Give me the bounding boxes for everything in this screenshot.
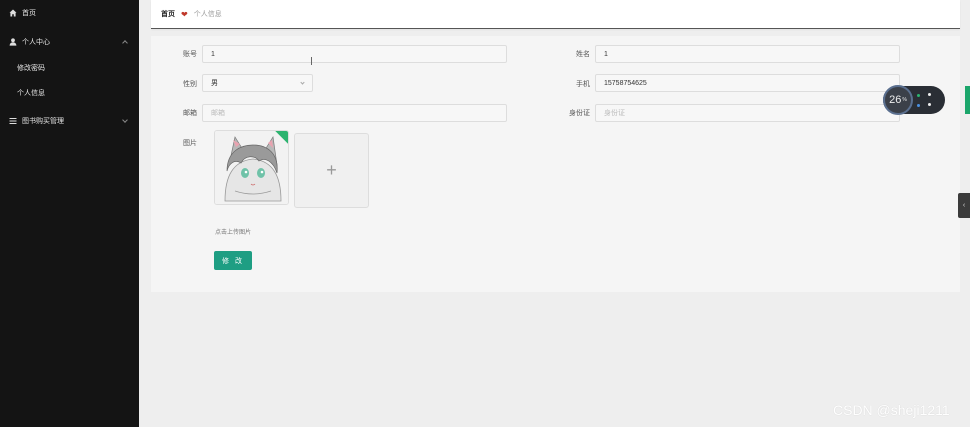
phone-label: 手机 xyxy=(576,81,590,88)
main-content: 首页 ❤ 个人信息 账号 1 姓名 1 性别 男 手机 15758754625 … xyxy=(139,0,970,427)
id-card-placeholder: 身份证 xyxy=(604,110,625,117)
status-dot-icon xyxy=(917,104,920,107)
image-label: 图片 xyxy=(183,140,197,147)
list-icon xyxy=(9,117,17,125)
account-value: 1 xyxy=(211,50,215,58)
submit-button[interactable]: 修 改 xyxy=(214,251,252,270)
edge-indicator xyxy=(965,86,970,114)
chevron-left-icon: ‹ xyxy=(962,202,966,209)
watermark: CSDN @sheji1211 xyxy=(833,402,950,418)
usage-unit: % xyxy=(902,97,907,103)
sidebar-item-label: 修改密码 xyxy=(17,65,45,72)
account-field[interactable]: 1 xyxy=(202,45,507,63)
name-value: 1 xyxy=(604,50,608,58)
breadcrumb-current: 个人信息 xyxy=(193,11,222,18)
sidebar-item-personal-info[interactable]: 个人信息 xyxy=(0,84,139,102)
name-field[interactable]: 1 xyxy=(595,45,900,63)
phone-value: 15758754625 xyxy=(604,79,647,87)
status-dot-icon xyxy=(917,94,920,97)
sidebar-item-book-purchase[interactable]: 图书购买管理 xyxy=(0,111,139,131)
add-image-button[interactable]: + xyxy=(294,133,369,208)
sidebar-item-label: 首页 xyxy=(22,10,36,17)
profile-form: 账号 1 姓名 1 性别 男 手机 15758754625 邮箱 邮箱 身份证 … xyxy=(151,36,960,292)
text-cursor-icon xyxy=(311,57,312,65)
user-icon xyxy=(9,38,17,46)
gender-label: 性别 xyxy=(183,81,197,88)
chevron-down-icon xyxy=(300,80,305,85)
sidebar-item-home[interactable]: 首页 xyxy=(0,3,139,23)
sidebar-item-label: 个人信息 xyxy=(17,90,45,97)
gender-select[interactable]: 男 xyxy=(202,74,313,92)
upload-hint: 点击上传图片 xyxy=(215,230,252,236)
usage-gauge: 26% xyxy=(883,85,913,115)
chevron-down-icon xyxy=(122,117,128,123)
sidebar-item-label: 图书购买管理 xyxy=(22,118,64,125)
email-placeholder: 邮箱 xyxy=(211,110,225,117)
avatar-preview[interactable] xyxy=(214,130,289,205)
breadcrumb-home[interactable]: 首页 xyxy=(161,9,175,19)
sidebar-item-label: 个人中心 xyxy=(22,39,50,46)
plus-icon: + xyxy=(326,160,337,180)
sidebar: 首页 个人中心 修改密码 个人信息 图书购买管理 xyxy=(0,0,139,427)
chevron-up-icon xyxy=(122,40,128,46)
collapse-panel-button[interactable]: ‹ xyxy=(958,193,970,218)
sidebar-item-change-password[interactable]: 修改密码 xyxy=(0,59,139,77)
account-label: 账号 xyxy=(183,51,197,58)
email-label: 邮箱 xyxy=(183,110,197,117)
breadcrumb: 首页 ❤ 个人信息 xyxy=(151,0,960,29)
status-dot-icon xyxy=(928,103,931,106)
email-field[interactable]: 邮箱 xyxy=(202,104,507,122)
status-dot-icon xyxy=(928,93,931,96)
performance-widget[interactable]: 26% xyxy=(883,85,945,115)
usage-value: 26 xyxy=(889,94,902,106)
heart-icon: ❤ xyxy=(181,9,188,19)
id-card-label: 身份证 xyxy=(569,110,590,117)
home-icon xyxy=(9,9,17,17)
id-card-field[interactable]: 身份证 xyxy=(595,104,900,122)
gender-value: 男 xyxy=(211,80,218,87)
sidebar-item-personal-center[interactable]: 个人中心 xyxy=(0,32,139,52)
name-label: 姓名 xyxy=(576,51,590,58)
phone-field[interactable]: 15758754625 xyxy=(595,74,900,92)
avatar-image xyxy=(215,131,288,204)
